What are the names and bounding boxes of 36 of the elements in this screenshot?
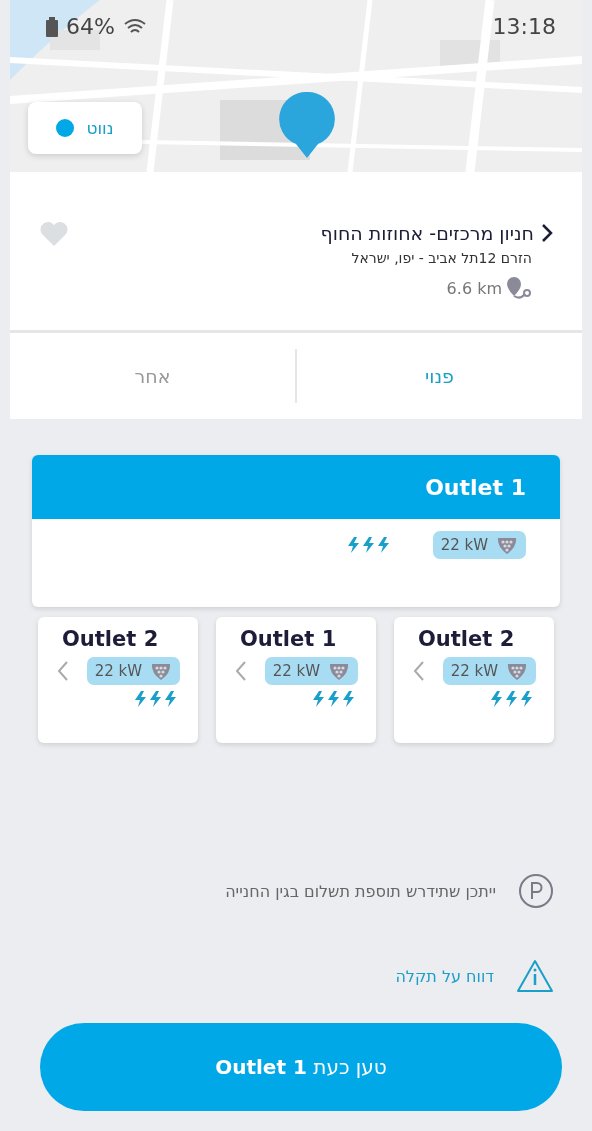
outlet-card[interactable]: Outlet 2 22 kW: [38, 617, 198, 743]
plug-socket-icon: [496, 535, 518, 555]
battery-percent: 64%: [66, 14, 115, 39]
plug-socket-icon: [150, 661, 172, 681]
power-badge: 22 kW: [442, 657, 536, 685]
report-link[interactable]: דווח על תקלה: [395, 966, 494, 986]
power-badge: 22 kW: [432, 531, 526, 559]
status-time: 13:18: [492, 14, 556, 39]
chevron-left-icon: [412, 660, 426, 682]
outlet-card[interactable]: Outlet 1 22 kW: [32, 455, 560, 607]
distance-text: 6.6 km: [446, 278, 502, 298]
plug-socket-icon: [328, 661, 350, 681]
parking-icon: [518, 873, 554, 909]
chevron-left-icon: [56, 660, 70, 682]
warning-icon[interactable]: [516, 959, 554, 993]
chevron-left-icon: [234, 660, 248, 682]
outlet-title: Outlet 2: [61, 627, 160, 651]
battery-icon: [46, 16, 58, 37]
route-icon: [506, 276, 532, 300]
power-badge: 22 kW: [86, 657, 180, 685]
power-badge: 22 kW: [264, 657, 358, 685]
parking-note: ייתכן שתידרש תוספת תשלום בגין החנייה: [225, 881, 496, 901]
outlet-title: Outlet 1: [425, 474, 526, 500]
tab[interactable]: אחר: [10, 349, 295, 403]
outlet-title: Outlet 1: [239, 627, 338, 651]
navigate-button[interactable]: נווט: [28, 102, 142, 154]
outlet-card[interactable]: Outlet 1 22 kW: [216, 617, 376, 743]
chevron-right-icon[interactable]: [540, 222, 554, 244]
station-name: חניון מרכזים- אחוזות החוף: [320, 222, 534, 244]
tab[interactable]: פנוי: [295, 349, 582, 403]
station-address: הזרם 12תל אביב - יפו, ישראל: [351, 250, 532, 266]
outlet-title: Outlet 2: [417, 627, 516, 651]
heart-icon[interactable]: [40, 222, 68, 246]
plug-socket-icon: [506, 661, 528, 681]
outlet-card[interactable]: Outlet 2 22 kW: [394, 617, 554, 743]
map-pin-icon: [278, 90, 336, 160]
